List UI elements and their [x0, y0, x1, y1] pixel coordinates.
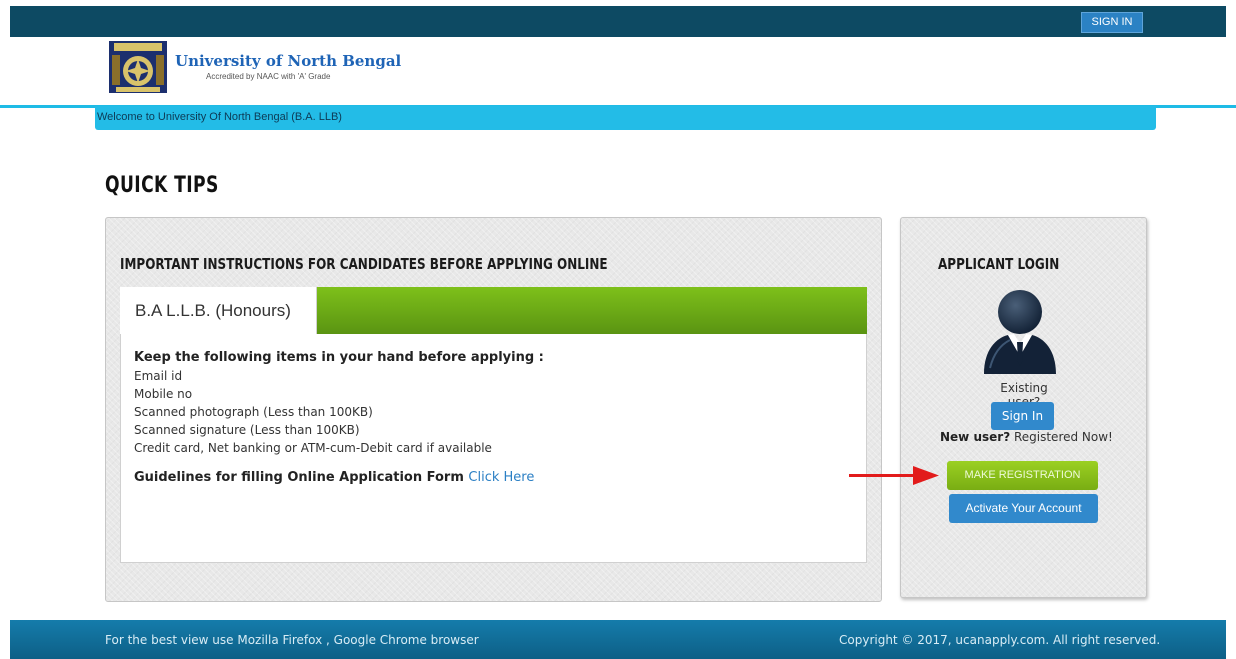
welcome-bar: Welcome to University Of North Bengal (B… [95, 106, 1156, 130]
list-item: Credit card, Net banking or ATM-cum-Debi… [134, 441, 492, 455]
new-user-registered: Registered Now! [1010, 430, 1113, 444]
requirements-heading: Keep the following items in your hand be… [134, 350, 544, 365]
new-user-label: New user? [940, 430, 1011, 444]
footer-copyright: Copyright © 2017, ucanapply.com. All rig… [839, 633, 1161, 647]
tab-label: B.A L.L.B. (Honours) [135, 301, 291, 320]
requirements-list: Keep the following items in your hand be… [134, 349, 544, 487]
list-item: Mobile no [134, 387, 193, 401]
page-title: QUICK TIPS [105, 173, 219, 198]
university-name: University of North Bengal [175, 52, 402, 70]
guidelines-line: Guidelines for filling Online Applicatio… [134, 469, 544, 487]
top-bar [10, 6, 1226, 37]
red-arrow-icon [849, 466, 939, 486]
login-title: APPLICANT LOGIN [938, 255, 1060, 273]
footer-browser-note: For the best view use Mozilla Firefox , … [105, 633, 479, 647]
activate-account-button[interactable]: Activate Your Account [949, 494, 1098, 523]
tab-ballb-honours[interactable]: B.A L.L.B. (Honours) [120, 287, 317, 334]
university-logo [106, 40, 172, 104]
make-registration-button[interactable]: MAKE REGISTRATION [947, 461, 1098, 490]
accreditation-text: Accredited by NAAC with 'A' Grade [206, 72, 331, 81]
user-avatar-icon [976, 286, 1064, 374]
header-signin-button[interactable]: SIGN IN [1081, 12, 1143, 33]
list-item: Email id [134, 369, 183, 383]
instructions-title: IMPORTANT INSTRUCTIONS FOR CANDIDATES BE… [120, 255, 608, 273]
list-item: Scanned signature (Less than 100KB) [134, 423, 360, 437]
tab-strip [316, 287, 867, 334]
guidelines-label: Guidelines for filling Online Applicatio… [134, 470, 464, 485]
new-user-text: New user? Registered Now! [940, 430, 1113, 444]
guidelines-link[interactable]: Click Here [468, 470, 534, 485]
signin-button[interactable]: Sign In [991, 402, 1054, 430]
welcome-text: Welcome to University Of North Bengal (B… [97, 111, 342, 123]
list-item: Scanned photograph (Less than 100KB) [134, 405, 373, 419]
